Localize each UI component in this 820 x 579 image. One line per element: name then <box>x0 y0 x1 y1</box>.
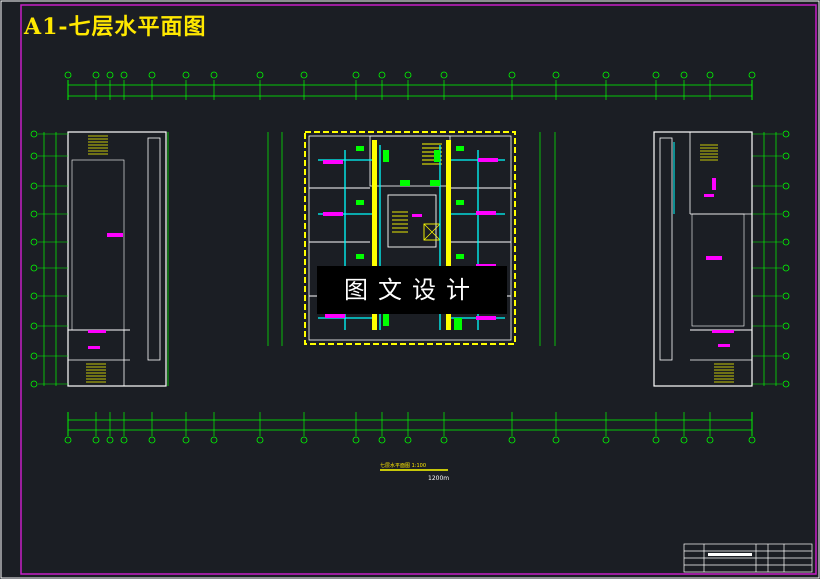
stair-left-bottom <box>86 363 106 383</box>
axis-bubble <box>552 436 560 444</box>
stair-right-top <box>700 144 718 161</box>
axis-bubble <box>210 436 218 444</box>
axis-bubble <box>300 436 308 444</box>
axis-bubble <box>782 264 790 272</box>
drawing-scale-label: 七层水平面图 1:100 <box>380 463 426 469</box>
drawing-scale-value: 1200m <box>428 475 450 482</box>
stair-left-top <box>88 135 108 155</box>
axis-bubble <box>182 436 190 444</box>
axis-bubble <box>64 436 72 444</box>
axis-bubble <box>256 436 264 444</box>
right-row-markers <box>752 130 790 388</box>
axis-bubble <box>440 436 448 444</box>
axis-bubble <box>680 436 688 444</box>
axis-bubble <box>30 292 38 300</box>
axis-bubble <box>680 71 688 79</box>
stair-right-bottom <box>714 363 734 383</box>
top-dimension-chain <box>67 80 753 100</box>
axis-bubble <box>30 264 38 272</box>
axis-bubble <box>30 352 38 360</box>
axis-bubble <box>30 210 38 218</box>
left-grid-dimensions <box>43 132 283 386</box>
axis-bubble <box>148 71 156 79</box>
axis-bubble <box>706 436 714 444</box>
axis-bubble <box>706 71 714 79</box>
axis-bubble <box>508 436 516 444</box>
axis-bubble <box>352 71 360 79</box>
left-building <box>67 131 167 387</box>
axis-bubble <box>782 210 790 218</box>
axis-bubble <box>300 71 308 79</box>
title-block <box>683 543 813 573</box>
axis-bubble <box>120 71 128 79</box>
left-row-markers <box>30 130 68 388</box>
axis-bubble <box>30 380 38 388</box>
axis-bubble <box>352 436 360 444</box>
axis-bubble <box>404 71 412 79</box>
axis-bubble <box>378 436 386 444</box>
axis-bubble <box>30 238 38 246</box>
axis-bubble <box>92 71 100 79</box>
axis-bubble <box>404 436 412 444</box>
axis-bubble <box>182 71 190 79</box>
axis-bubble <box>64 71 72 79</box>
watermark-label: 图文设计 <box>317 266 507 314</box>
axis-bubble <box>120 436 128 444</box>
axis-bubble <box>552 71 560 79</box>
right-grid-dimensions <box>539 132 777 386</box>
axis-bubble <box>106 71 114 79</box>
axis-bubble <box>30 130 38 138</box>
axis-bubble <box>782 238 790 246</box>
axis-bubble <box>782 292 790 300</box>
axis-bubble <box>30 322 38 330</box>
right-building <box>653 131 753 387</box>
axis-bubble <box>782 130 790 138</box>
bottom-dimension-ticks <box>64 412 756 444</box>
axis-bubble <box>256 71 264 79</box>
axis-bubble <box>652 436 660 444</box>
bottom-dimension-chain <box>67 412 753 436</box>
axis-bubble <box>782 322 790 330</box>
axis-bubble <box>210 71 218 79</box>
axis-bubble <box>378 71 386 79</box>
axis-bubble <box>30 152 38 160</box>
axis-bubble <box>440 71 448 79</box>
axis-bubble <box>92 436 100 444</box>
axis-bubble <box>782 352 790 360</box>
axis-bubble <box>652 71 660 79</box>
axis-bubble <box>748 71 756 79</box>
axis-bubble <box>30 182 38 190</box>
axis-bubble <box>106 436 114 444</box>
axis-bubble <box>508 71 516 79</box>
axis-bubble <box>148 436 156 444</box>
axis-bubble <box>782 152 790 160</box>
axis-bubble <box>602 436 610 444</box>
axis-bubble <box>782 380 790 388</box>
axis-bubble <box>782 182 790 190</box>
axis-bubble <box>602 71 610 79</box>
axis-bubble <box>748 436 756 444</box>
